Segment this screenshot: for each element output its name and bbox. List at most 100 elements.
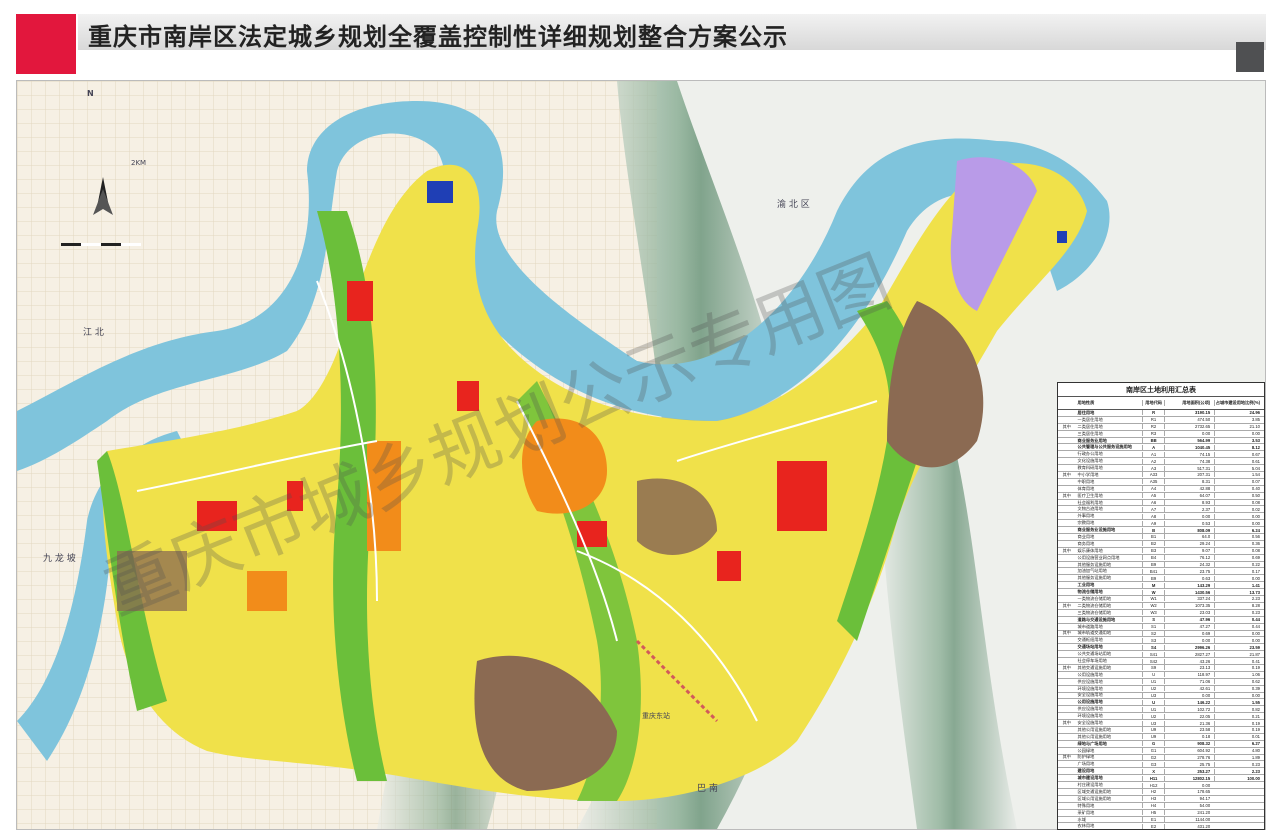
cell-area: 64.0 (1164, 534, 1214, 540)
cell-code: A7 (1141, 506, 1164, 512)
table-row: 其中 安全设施用地 U3 21.36 0.19 (1058, 720, 1264, 727)
cell-code: U3 (1141, 720, 1164, 726)
cell-pct: 1.06 (1214, 672, 1264, 678)
cell-name: 社会福利用地 (1077, 499, 1103, 505)
cell-group: 其中 (1062, 630, 1071, 636)
cell-name: 采矿用地 (1077, 809, 1095, 815)
cell-name: 三类居住用地 (1077, 430, 1103, 436)
table-row: 广场用地 G3 25.75 0.23 (1058, 761, 1264, 769)
cell-pct: 100.00 (1214, 775, 1264, 781)
table-row: 公园绿地 G1 604.92 4.80 (1058, 748, 1264, 755)
cell-pct: 3.85 (1214, 417, 1264, 423)
cell-area: 808.09 (1164, 527, 1214, 533)
table-row: 城市建设用地 H11 12802.15 100.00 (1058, 775, 1264, 783)
page-header: 重庆市南岸区法定城乡规划全覆盖控制性详细规划整合方案公示 (0, 0, 1280, 80)
table-row: 商业服务业设施用地 B 808.09 6.24 (1058, 527, 1264, 535)
table-header: 用地性质 用地代码 用地面积(公顷) 占城市建设用地比例(%) (1058, 397, 1264, 410)
cell-area: 1040.45 (1164, 444, 1214, 450)
cell-code: S2 (1141, 630, 1164, 636)
cell-code: U9 (1141, 734, 1164, 740)
cell-area: 0.00 (1164, 782, 1214, 788)
cell-code: U2 (1141, 686, 1164, 692)
cell-pct: 0.61 (1214, 458, 1264, 464)
cell-area: 0.00 (1164, 431, 1214, 437)
cell-code: H12 (1141, 782, 1164, 788)
cell-name: 绿地与广场用地 (1077, 740, 1107, 746)
cell-area: 178.65 (1164, 789, 1214, 795)
cell-pct: 0.00 (1214, 575, 1264, 581)
cell-area: 517.31 (1164, 465, 1214, 471)
cell-code: X (1141, 768, 1164, 774)
cell-area: 0.00 (1164, 637, 1214, 643)
cell-name: 建设用地 (1077, 768, 1095, 774)
cell-group: 其中 (1062, 423, 1071, 429)
cell-code: B2 (1141, 541, 1164, 547)
table-row: 其中 城市轨道交通用地 S2 0.69 0.00 (1058, 630, 1264, 638)
cell-code: R2 (1141, 424, 1164, 430)
cell-area: 102.72 (1164, 706, 1214, 712)
cell-pct: 13.73 (1214, 589, 1264, 595)
cell-name: 居住用地 (1077, 409, 1095, 415)
table-row: 交通枢纽用地 S3 0.00 0.00 (1058, 637, 1264, 645)
cell-area: 8.31 (1164, 479, 1214, 485)
table-row: 建设用地 X 253.27 2.23 (1058, 768, 1264, 776)
table-row: 公共管理与公共服务设施用地 A 1040.45 8.12 (1058, 444, 1264, 452)
table-row: 水域 E1 1144.00 (1058, 817, 1264, 824)
cell-code: S4 (1141, 644, 1164, 650)
cell-name: 城市轨道交通用地 (1077, 630, 1112, 636)
cell-name: 加油加气站用地 (1077, 568, 1107, 574)
cell-pct: 0.67 (1214, 451, 1264, 457)
table-row: 其中 其他交通设施用地 S9 23.13 0.19 (1058, 665, 1264, 672)
cell-code: A6 (1141, 500, 1164, 506)
cell-name: 公用设施用地 (1077, 699, 1103, 705)
cell-area: 0.63 (1164, 575, 1214, 581)
label-jiulongpo: 九 龙 坡 (43, 554, 76, 564)
cell-area: 24.32 (1164, 562, 1214, 568)
lake-east (1057, 231, 1067, 243)
table-row: 商务用地 B2 29.24 0.36 (1058, 541, 1264, 548)
cell-name: 二类物流仓储用地 (1077, 602, 1112, 608)
commercial-zone-1 (197, 501, 237, 531)
cell-pct: 0.40 (1214, 486, 1264, 492)
cell-code: B9 (1141, 562, 1164, 568)
cell-name: 环境设施用地 (1077, 713, 1103, 719)
table-row: 物流仓储用地 W 1430.56 13.73 (1058, 589, 1264, 597)
cell-code: G2 (1141, 754, 1164, 760)
cell-code: S1 (1141, 624, 1164, 630)
cell-area: 9.07 (1164, 548, 1214, 554)
table-row: 其中 防护绿地 G2 278.76 1.89 (1058, 754, 1264, 762)
cell-code: E1 (1141, 816, 1164, 822)
cell-name: 公共交通场站用地 (1077, 651, 1112, 657)
cell-name: 其他公用设施用地 (1077, 726, 1112, 732)
cell-code: G3 (1141, 761, 1164, 767)
cell-area: 0.53 (1164, 520, 1214, 526)
cell-name: 供应设施用地 (1077, 706, 1103, 712)
table-row: 一类物流仓储用地 W1 337.24 2.23 (1058, 596, 1264, 603)
cell-code: A4 (1141, 486, 1164, 492)
cell-area: 25.75 (1164, 761, 1214, 767)
cell-code: U2 (1141, 713, 1164, 719)
table-row: 社会停车场用地 S42 43.26 0.41 (1058, 658, 1264, 665)
cell-area: 23.58 (1164, 727, 1214, 733)
cell-name: 社会停车场用地 (1077, 658, 1107, 664)
cell-code: A35 (1141, 479, 1164, 485)
commercial-zone-7 (287, 481, 303, 511)
cell-name: 防护绿地 (1077, 754, 1095, 760)
table-row: 其他服务设施用地 B9 0.63 0.00 (1058, 575, 1264, 583)
table-row: 商业服务业用地 BB 564.99 3.53 (1058, 438, 1264, 445)
cell-pct: 0.00 (1214, 630, 1264, 636)
cell-name: 商业服务业用地 (1077, 437, 1107, 443)
cell-area: 1073.35 (1164, 603, 1214, 609)
cell-area: 54.00 (1164, 803, 1214, 809)
cell-pct: 0.23 (1214, 761, 1264, 767)
cell-code: U (1141, 699, 1164, 705)
cell-pct: 0.50 (1214, 493, 1264, 499)
cell-pct: 21.87 (1214, 651, 1264, 657)
cell-code: S3 (1141, 637, 1164, 643)
table-title: 南岸区土地利用汇总表 (1058, 383, 1264, 397)
cell-pct: 8.12 (1214, 444, 1264, 450)
cell-code: A33 (1141, 472, 1164, 478)
cell-code: R1 (1141, 417, 1164, 423)
cell-group: 其中 (1062, 664, 1071, 670)
cell-area: 0.18 (1164, 734, 1214, 740)
